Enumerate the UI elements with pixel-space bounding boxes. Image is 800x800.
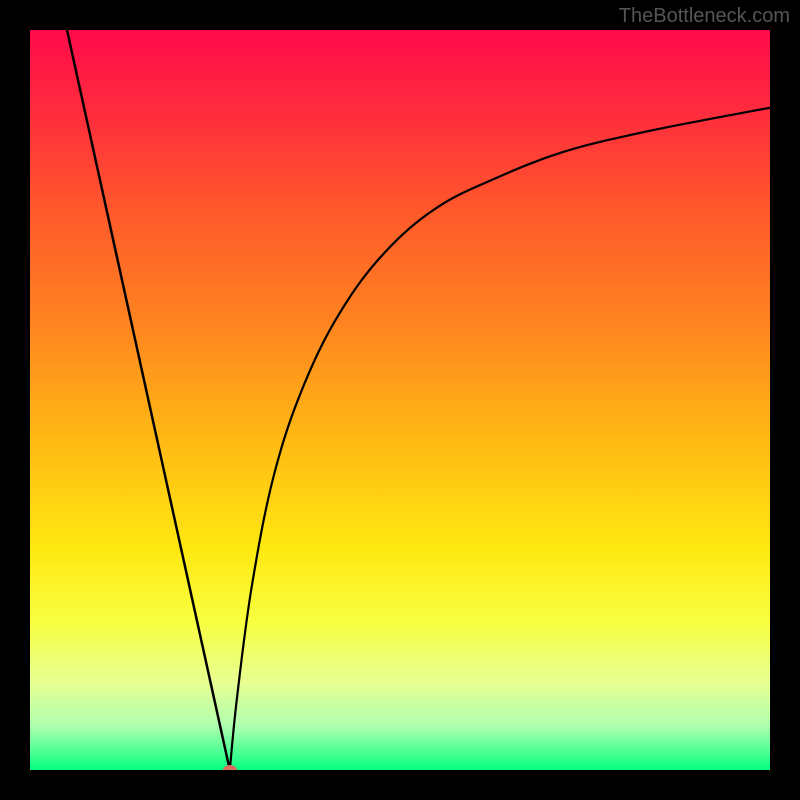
curve-overlay	[30, 30, 770, 770]
minimum-marker	[223, 765, 237, 770]
left-line	[67, 30, 230, 770]
right-curve	[230, 108, 770, 770]
watermark-text: TheBottleneck.com	[619, 5, 790, 28]
plot-area	[30, 30, 770, 770]
